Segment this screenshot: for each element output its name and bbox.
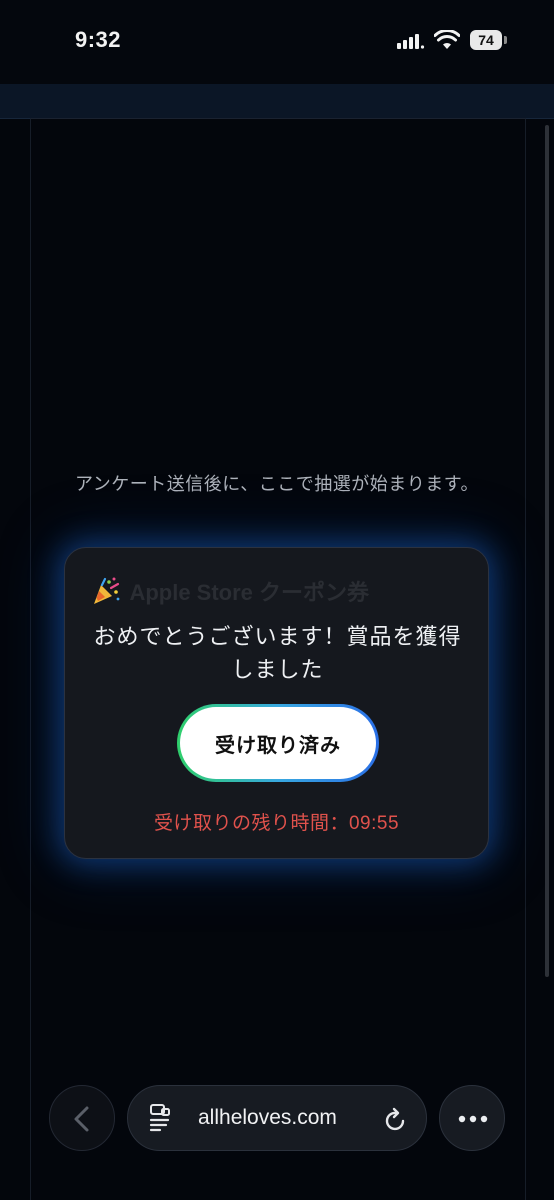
url-text: allheloves.com [198,1106,337,1129]
prize-modal: Apple Store クーポン券 おめでとうございます！賞品を獲得しました 受… [64,547,489,859]
status-bar: 9:32 74 [0,0,554,84]
reload-icon[interactable] [384,1106,408,1132]
battery-percent: 74 [478,32,494,48]
cellular-signal-icon [397,34,425,49]
modal-title: Apple Store クーポン券 [129,580,370,605]
phone-screen: 9:32 74 アンケート送信後に、ここで抽選が始まります。 Apple Sto… [0,0,554,1200]
battery-icon: 74 [470,30,508,50]
claim-button[interactable]: 受け取り済み [177,704,379,782]
ellipsis-icon [458,1115,488,1123]
page-header-strip [0,84,554,119]
wifi-icon [434,30,460,49]
congratulations-message: おめでとうございます！賞品を獲得しました [93,624,462,682]
page-menu-icon [149,1104,170,1132]
party-popper-icon [94,577,120,604]
back-button[interactable] [49,1085,115,1151]
claim-timer: 受け取りの残り時間：09:55 [153,813,400,834]
chevron-left-icon [74,1106,89,1132]
scrollbar[interactable] [545,125,549,977]
modal-title-row: Apple Store クーポン券 [91,575,471,609]
address-bar[interactable]: allheloves.com [127,1085,427,1151]
status-time: 9:32 [75,27,122,52]
more-options-button[interactable] [439,1085,505,1151]
intro-text: アンケート送信後に、ここで抽選が始まります。 [75,474,479,494]
